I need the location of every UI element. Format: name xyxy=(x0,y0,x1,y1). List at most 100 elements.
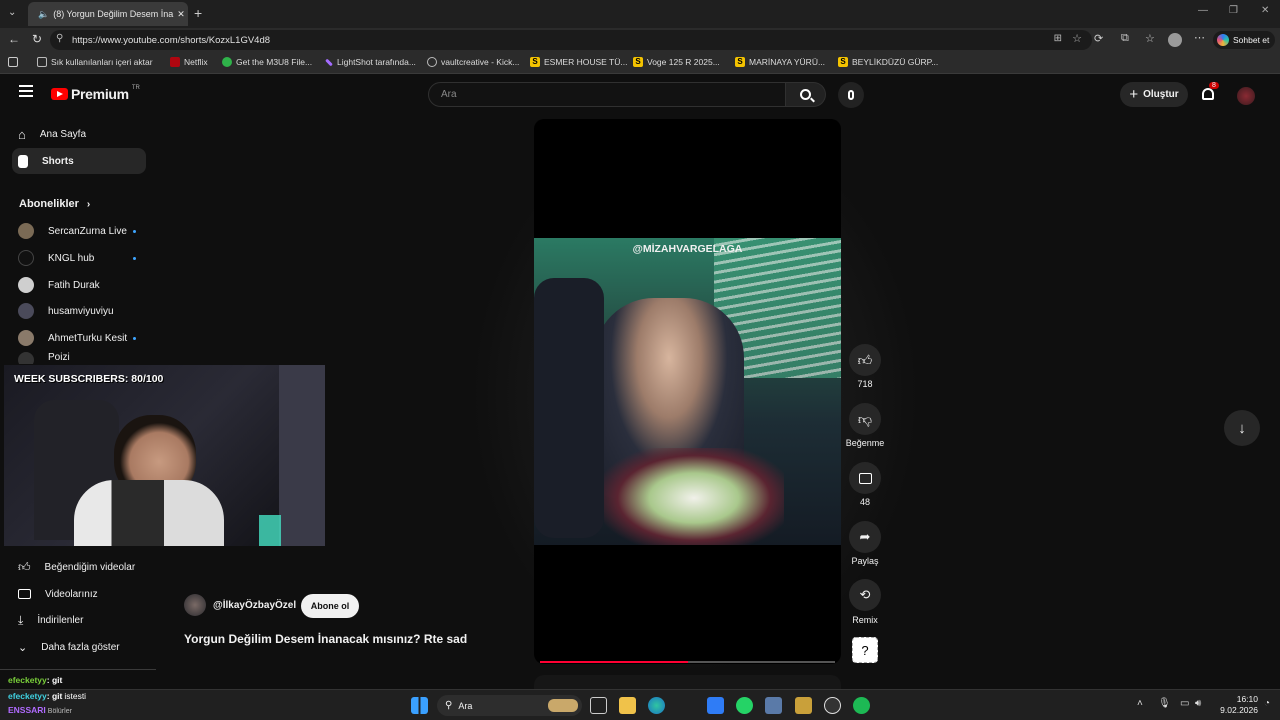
shorts-player[interactable]: @MİZAHVARGELAGA xyxy=(534,119,841,664)
bookmark-import[interactable]: Sık kullanılanları içeri aktar xyxy=(37,57,153,67)
channel-name[interactable]: @İlkayÖzbayÖzel xyxy=(213,600,296,611)
create-label: Oluştur xyxy=(1143,89,1179,100)
bookmark-marina[interactable]: S MARİNAYA YÜRÜ... xyxy=(735,57,825,67)
remix-label: Remix xyxy=(852,615,878,625)
sidebar-item-shorts[interactable]: Shorts xyxy=(12,148,146,174)
youtube-logo[interactable]: Premium TR xyxy=(51,85,140,102)
tab-list-chevron-icon[interactable]: ⌄ xyxy=(8,7,16,18)
edge-browser-icon[interactable] xyxy=(648,697,665,714)
remix-button[interactable]: ⟲ xyxy=(849,579,881,611)
sidebar-item-liked[interactable]: 👍︎ Beğendiğim videolar xyxy=(12,554,146,580)
sidebar-divider xyxy=(0,669,156,670)
chat-line: efecketyy: git xyxy=(8,675,62,685)
favorites-icon[interactable]: ☆ xyxy=(1145,32,1155,45)
subscription-item[interactable]: AhmetTurku Kesit xyxy=(12,325,146,351)
comment-icon xyxy=(858,472,872,484)
create-button[interactable]: + Oluştur xyxy=(1120,82,1188,107)
back-icon[interactable]: ← xyxy=(8,32,20,46)
favorite-star-icon[interactable]: ☆ xyxy=(1072,32,1082,45)
subscribe-button[interactable]: Abone ol xyxy=(301,594,359,618)
maximize-icon[interactable]: ❐ xyxy=(1229,5,1238,16)
bookmark-m3u8[interactable]: Get the M3U8 File... xyxy=(222,57,312,67)
subscription-item[interactable]: Poizi xyxy=(12,352,146,364)
profile-avatar[interactable] xyxy=(1168,33,1182,47)
account-avatar[interactable] xyxy=(1237,87,1255,105)
video-watermark: @MİZAHVARGELAGA xyxy=(632,243,743,255)
subscription-item[interactable]: Fatih Durak xyxy=(12,272,146,298)
subscription-item[interactable]: KNGL hub xyxy=(12,245,146,271)
chevron-down-icon: ⌄ xyxy=(18,641,28,654)
sidebar-item-home[interactable]: ⌂ Ana Sayfa xyxy=(12,121,146,147)
sidebar-item-show-more[interactable]: ⌄ Daha fazla göster xyxy=(12,634,146,660)
thumbs-down-icon: 👎︎ xyxy=(857,410,873,427)
share-label: Paylaş xyxy=(851,556,879,566)
copilot-chat-button[interactable]: Sohbet et xyxy=(1213,31,1275,49)
site-info-icon[interactable]: ⚲ xyxy=(56,33,63,44)
mail-icon[interactable] xyxy=(707,697,724,714)
clock[interactable]: 16:10 9.02.2026 xyxy=(1212,694,1258,716)
bookmark-netflix[interactable]: Netflix xyxy=(170,57,208,67)
short-title: Yorgun Değilim Desem İnanacak mısınız? R… xyxy=(184,632,468,646)
bookmark-vaultcreative[interactable]: vaultcreative - Kick... xyxy=(427,57,519,67)
window-close-icon[interactable]: ✕ xyxy=(1261,5,1269,16)
active-tab[interactable]: 🔈 (8) Yorgun Değilim Desem İna ✕ xyxy=(28,2,188,26)
spotify-icon[interactable] xyxy=(853,697,870,714)
dislike-button[interactable]: 👎︎ xyxy=(849,403,881,435)
minimize-icon[interactable]: — xyxy=(1198,5,1208,16)
new-content-dot xyxy=(133,256,136,260)
share-button[interactable]: ➦ xyxy=(849,521,881,553)
next-short-button[interactable]: ↓ xyxy=(1224,410,1260,446)
remix-icon: ⟲ xyxy=(859,587,871,602)
sidebar-item-your-videos[interactable]: Videolarınız xyxy=(12,581,146,607)
settings-app-icon[interactable] xyxy=(765,697,782,714)
more-menu-icon[interactable]: ⋯ xyxy=(1194,31,1205,44)
bookmark-voge[interactable]: S Voge 125 R 2025... xyxy=(633,57,720,67)
new-tab-button[interactable]: + xyxy=(194,5,202,21)
chat-line: efecketyy: git istesti xyxy=(8,691,86,701)
chat-extra-text: Bölürler xyxy=(47,708,72,715)
audio-thumbnail[interactable]: ? xyxy=(852,637,878,663)
address-input[interactable]: ⚲ https://www.youtube.com/shorts/KozxL1G… xyxy=(50,30,1092,50)
channel-avatar xyxy=(18,330,34,346)
taskbar-search[interactable]: ⚲ Ara xyxy=(437,695,582,716)
tab-close-icon[interactable]: ✕ xyxy=(177,9,185,20)
progress-track[interactable] xyxy=(540,661,835,663)
game-app-icon[interactable] xyxy=(795,697,812,714)
comments-button[interactable] xyxy=(849,462,881,494)
subscription-item[interactable]: SercanZurna Live xyxy=(12,218,146,244)
file-explorer-icon[interactable] xyxy=(619,697,636,714)
menu-hamburger-icon[interactable] xyxy=(19,85,33,97)
logo-country-badge: TR xyxy=(131,85,140,91)
windows-start-icon[interactable] xyxy=(411,697,428,714)
chat-message: : git xyxy=(46,691,63,701)
whatsapp-icon[interactable] xyxy=(736,697,753,714)
sidebar-item-downloads[interactable]: ⤓ İndirilenler xyxy=(12,607,146,633)
task-view-icon[interactable] xyxy=(590,697,607,714)
extensions-icon[interactable]: ⟳ xyxy=(1094,32,1103,45)
notifications-button[interactable]: 8 xyxy=(1200,82,1219,104)
tray-network-icon[interactable]: ▭ xyxy=(1180,698,1189,709)
reload-icon[interactable]: ↻ xyxy=(32,32,42,46)
bookmark-esmer[interactable]: S ESMER HOUSE TÜ... xyxy=(530,57,627,67)
subscriptions-header[interactable]: Abonelikler › xyxy=(19,198,90,210)
bookmark-lightshot[interactable]: LightShot tarafında... xyxy=(325,57,416,67)
browser-toolbar: ← ↻ ⚲ https://www.youtube.com/shorts/Koz… xyxy=(0,28,1280,52)
search-button[interactable] xyxy=(786,82,826,107)
tray-volume-icon[interactable]: 🔊︎ xyxy=(1195,698,1201,709)
speaker-icon[interactable]: 🔈 xyxy=(38,9,49,20)
translate-icon[interactable]: ⊞ xyxy=(1054,33,1062,44)
notification-center-icon[interactable]: ◔ xyxy=(1264,698,1270,709)
progress-fill xyxy=(540,661,688,663)
channel-avatar[interactable] xyxy=(184,594,206,616)
voice-search-button[interactable] xyxy=(838,82,864,108)
tray-chevron-icon[interactable]: ˄ xyxy=(1137,698,1143,709)
clock-time: 16:10 xyxy=(1236,694,1258,704)
tray-mic-icon[interactable]: 🎙︎ xyxy=(1158,698,1171,709)
obs-icon[interactable] xyxy=(824,697,841,714)
bookmark-beylikduzu[interactable]: S BEYLİKDÜZÜ GÜRP... xyxy=(838,57,938,67)
search-input[interactable]: Ara xyxy=(428,82,786,107)
subscription-item[interactable]: husamviyuviyu xyxy=(12,298,146,324)
split-screen-icon[interactable]: ⧉ xyxy=(1121,32,1129,45)
bookmark-sidebar-icon[interactable] xyxy=(8,57,18,67)
like-button[interactable]: 👍︎ xyxy=(849,344,881,376)
